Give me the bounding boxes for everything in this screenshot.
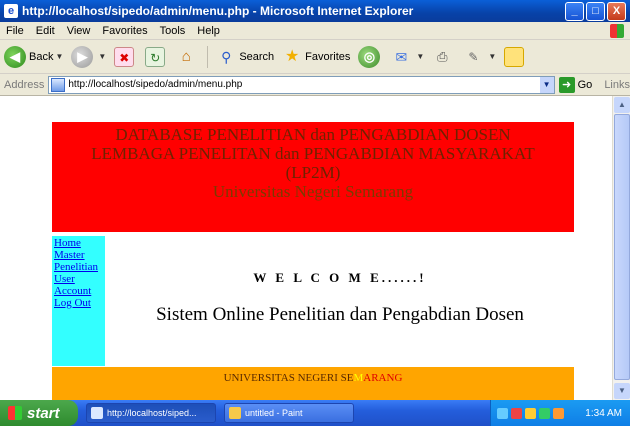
refresh-icon: ↻ xyxy=(145,46,166,67)
side-menu-account[interactable]: Account xyxy=(54,285,105,297)
side-menu-master[interactable]: Master xyxy=(54,249,105,261)
go-button[interactable]: ➜ Go xyxy=(558,76,593,93)
address-bar: Address http://localhost/sipedo/admin/me… xyxy=(0,74,630,96)
forward-dropdown-icon[interactable]: ▼ xyxy=(98,52,106,61)
scroll-up-icon[interactable]: ▲ xyxy=(614,97,630,113)
page-footer: UNIVERSITAS NEGERI SEMARANG xyxy=(52,367,574,400)
footer-text-3: ARANG xyxy=(363,372,403,384)
scroll-down-icon[interactable]: ▼ xyxy=(614,383,630,399)
start-button[interactable]: start xyxy=(0,400,78,426)
taskbar-item-ie[interactable]: http://localhost/siped... xyxy=(86,403,216,423)
taskbar-item-paint[interactable]: untitled - Paint xyxy=(224,403,354,423)
stop-button[interactable]: ✖ xyxy=(114,46,137,67)
menu-view[interactable]: View xyxy=(61,25,97,37)
go-arrow-icon: ➜ xyxy=(558,76,575,93)
edit-button[interactable]: ✎ ▼ xyxy=(463,47,496,67)
edit-icon: ✎ xyxy=(468,49,479,64)
go-label: Go xyxy=(577,78,593,91)
tray-expand-icon[interactable] xyxy=(497,407,508,419)
favorites-label: Favorites xyxy=(305,50,351,63)
menu-file[interactable]: File xyxy=(0,25,30,37)
media-icon: ◎ xyxy=(358,45,381,68)
back-dropdown-icon[interactable]: ▼ xyxy=(55,52,63,61)
side-menu-logout[interactable]: Log Out xyxy=(54,297,105,309)
side-menu: Home Master Penelitian User Account Log … xyxy=(52,236,105,366)
system-tray: 1:34 AM xyxy=(490,400,630,426)
mail-button[interactable]: ✉ ▼ xyxy=(391,47,425,67)
favorites-button[interactable]: ★ Favorites xyxy=(282,47,350,67)
tray-security-icon[interactable] xyxy=(553,407,564,419)
page-viewport: DATABASE PENELITIAN dan PENGABDIAN DOSEN… xyxy=(0,96,612,400)
toolbar: ◀ Back ▼ ▶ ▼ ✖ ↻ ⌂ ⚲ Search ★ Favorites … xyxy=(0,40,630,74)
search-label: Search xyxy=(239,50,275,63)
address-value[interactable]: http://localhost/sipedo/admin/menu.php xyxy=(68,79,539,90)
footer-text-2: M xyxy=(353,372,364,384)
home-icon: ⌂ xyxy=(181,47,191,65)
print-icon: ⎙ xyxy=(437,48,448,64)
taskbar-item-paint-label: untitled - Paint xyxy=(245,408,303,418)
folder-button[interactable] xyxy=(504,46,527,67)
address-input[interactable]: http://localhost/sipedo/admin/menu.php ▼ xyxy=(48,75,555,94)
header-line-3: (LP2M) xyxy=(285,163,341,182)
system-subtitle: Sistem Online Penelitian dan Pengabdian … xyxy=(156,304,524,325)
forward-button[interactable]: ▶ ▼ xyxy=(71,45,106,68)
tray-app-icon[interactable] xyxy=(511,407,522,419)
maximize-button[interactable]: □ xyxy=(586,1,605,21)
windows-logo-icon xyxy=(610,23,624,38)
minimize-button[interactable]: _ xyxy=(565,1,584,21)
start-label: start xyxy=(27,404,60,422)
menu-favorites[interactable]: Favorites xyxy=(96,25,153,37)
menu-tools[interactable]: Tools xyxy=(154,25,192,37)
back-arrow-icon: ◀ xyxy=(4,45,26,68)
favorites-star-icon: ★ xyxy=(285,47,300,65)
address-dropdown-icon[interactable]: ▼ xyxy=(539,76,554,93)
taskbar-item-ie-label: http://localhost/siped... xyxy=(107,408,197,418)
taskbar: start http://localhost/siped... untitled… xyxy=(0,400,630,426)
search-button[interactable]: ⚲ Search xyxy=(216,47,274,67)
footer-text-1: UNIVERSITAS NEGERI SE xyxy=(223,372,354,384)
address-label: Address xyxy=(4,78,45,91)
scroll-thumb[interactable] xyxy=(614,114,630,380)
refresh-button[interactable]: ↻ xyxy=(145,46,168,67)
header-line-2: LEMBAGA PENELITAN dan PENGABDIAN MASYARA… xyxy=(91,144,535,163)
window-titlebar[interactable]: e http://localhost/sipedo/admin/menu.php… xyxy=(0,0,630,22)
paint-task-icon xyxy=(229,407,241,419)
tray-network-icon[interactable] xyxy=(525,407,536,419)
vertical-scrollbar[interactable]: ▲ ▼ xyxy=(612,96,630,400)
toolbar-separator xyxy=(207,45,209,68)
side-menu-penelitian[interactable]: Penelitian xyxy=(54,261,105,273)
edit-dropdown-icon[interactable]: ▼ xyxy=(488,52,496,61)
header-line-4: Universitas Negeri Semarang xyxy=(212,182,414,201)
page-header: DATABASE PENELITIAN dan PENGABDIAN DOSEN… xyxy=(52,122,574,232)
forward-arrow-icon: ▶ xyxy=(71,45,94,68)
back-button[interactable]: ◀ Back ▼ xyxy=(4,45,63,68)
close-button[interactable]: X xyxy=(607,1,626,21)
windows-flag-icon xyxy=(8,406,22,420)
side-menu-home[interactable]: Home xyxy=(54,237,105,249)
folder-icon xyxy=(504,46,525,67)
header-line-1: DATABASE PENELITIAN dan PENGABDIAN DOSEN xyxy=(115,125,511,144)
window-title: http://localhost/sipedo/admin/menu.php -… xyxy=(22,4,414,18)
media-button[interactable]: ◎ xyxy=(358,45,383,68)
menu-help[interactable]: Help xyxy=(191,25,226,37)
back-label: Back xyxy=(29,50,54,63)
page-icon xyxy=(51,77,66,92)
tray-volume-icon[interactable] xyxy=(539,407,550,419)
mail-icon: ✉ xyxy=(395,48,408,65)
mail-dropdown-icon[interactable]: ▼ xyxy=(416,52,424,61)
side-menu-user[interactable]: User xyxy=(54,273,105,285)
menu-bar: File Edit View Favorites Tools Help xyxy=(0,22,630,40)
ie-logo-icon: e xyxy=(4,4,18,18)
welcome-text: W E L C O M E......! xyxy=(253,270,427,285)
menu-edit[interactable]: Edit xyxy=(30,25,61,37)
links-button[interactable]: Links xyxy=(604,79,630,91)
ie-task-icon xyxy=(91,407,103,419)
print-button[interactable]: ⎙ xyxy=(432,47,455,67)
home-button[interactable]: ⌂ xyxy=(176,47,199,67)
clock: 1:34 AM xyxy=(585,407,622,419)
search-icon: ⚲ xyxy=(221,48,232,65)
stop-icon: ✖ xyxy=(114,46,135,67)
